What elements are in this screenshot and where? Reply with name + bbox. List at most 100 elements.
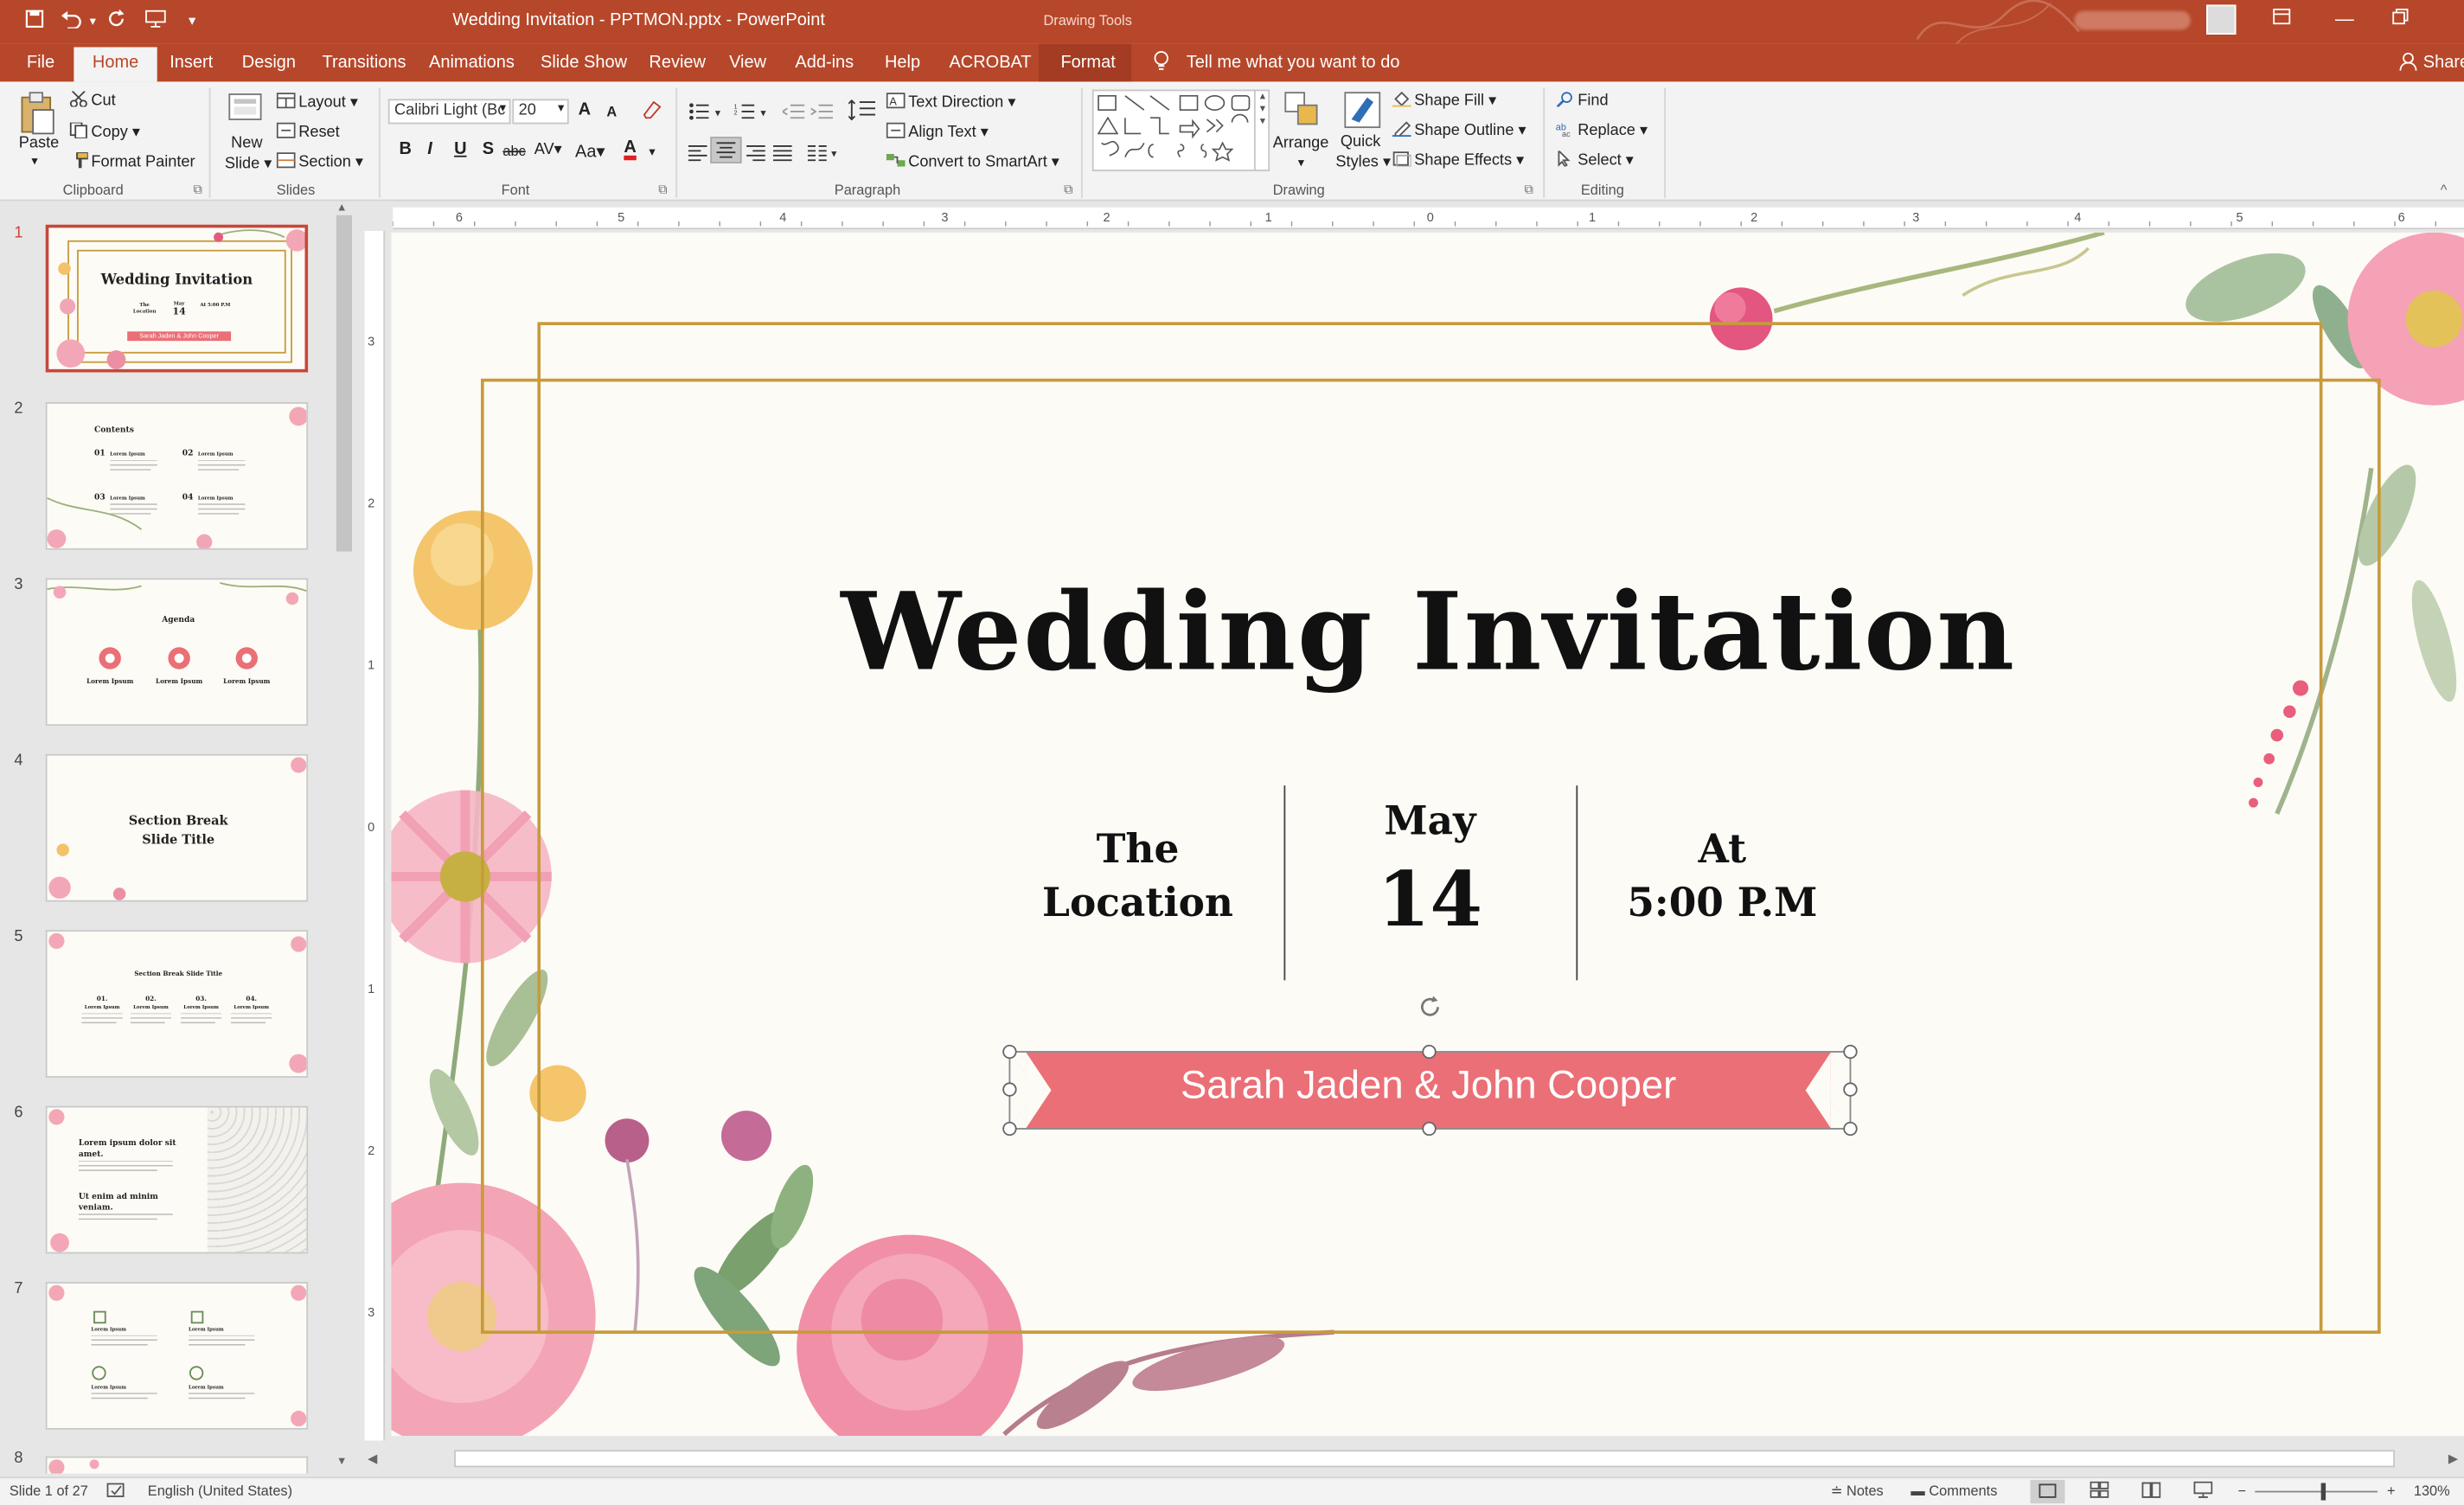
tab-view[interactable]: View [729,54,766,73]
slide-canvas[interactable]: Wedding Invitation The Location May 14 A… [391,232,2464,1437]
align-right-icon[interactable] [746,141,765,170]
spelling-check-icon[interactable] [106,1483,126,1502]
convert-smartart-button[interactable]: Convert to SmartArt ▾ [886,152,1059,171]
tab-insert[interactable]: Insert [170,54,213,73]
save-icon[interactable] [25,10,44,33]
slide-sorter-icon[interactable] [2090,1481,2109,1502]
cut-button[interactable]: Cut [69,90,116,110]
horizontal-ruler[interactable]: 6 5 4 3 2 1 0 1 2 3 4 5 6 [393,207,2464,230]
strikethrough-button[interactable]: abc [502,143,525,158]
font-color-button[interactable]: A [624,138,636,157]
paragraph-launcher-icon[interactable]: ⧉ [1064,183,1072,198]
zoom-slider-track[interactable] [2255,1490,2378,1493]
align-center-button[interactable] [710,137,742,163]
align-text-button[interactable]: Align Text ▾ [886,122,989,141]
paste-button[interactable]: Paste [19,135,59,152]
resize-handle[interactable] [1002,1082,1017,1097]
restore-icon[interactable] [2391,8,2409,29]
share-button[interactable]: Share [2423,54,2464,73]
tab-acrobat[interactable]: ACROBAT [949,54,1031,73]
section-button[interactable]: Section ▾ [276,152,363,171]
undo-icon[interactable] [60,10,81,33]
zoom-in-icon[interactable]: + [2387,1483,2396,1499]
italic-button[interactable]: I [427,140,432,159]
time-text[interactable]: At 5:00 P.M [1589,823,1856,931]
reset-button[interactable]: Reset [276,122,340,141]
date-month[interactable]: May [1334,798,1526,844]
scroll-right-icon[interactable]: ▶ [2448,1451,2458,1465]
shadow-button[interactable]: S [483,140,494,159]
arrange-button[interactable]: Arrange [1273,135,1329,152]
resize-handle[interactable] [1422,1044,1437,1060]
tab-home[interactable]: Home [74,47,157,82]
user-name[interactable] [2074,10,2191,30]
clipboard-launcher-icon[interactable]: ⧉ [193,183,202,198]
notes-button[interactable]: ≐ Notes [1831,1483,1884,1501]
new-slide-icon[interactable] [227,91,266,133]
resize-handle[interactable] [1002,1121,1017,1137]
collapse-ribbon-icon[interactable]: ^ [2441,183,2448,198]
location-text[interactable]: The Location [1004,823,1271,931]
tab-transitions[interactable]: Transitions [322,54,406,73]
vertical-ruler[interactable]: 3 2 1 0 1 2 3 [364,230,386,1441]
minimize-icon[interactable]: — [2335,8,2354,29]
resize-handle[interactable] [1002,1044,1017,1060]
tab-help[interactable]: Help [885,54,920,73]
quick-styles-label[interactable]: Quick [1341,133,1380,150]
clear-formatting-icon[interactable] [641,99,662,127]
tab-slide-show[interactable]: Slide Show [541,54,627,73]
font-color-dropdown-icon[interactable]: ▾ [649,144,655,158]
thumbnail-slide-4[interactable]: Section Break Slide Title [45,753,309,902]
slideshow-icon[interactable] [2193,1481,2213,1502]
thumbnail-slide-2[interactable]: Contents 01 02 03 04 Lorem Ipsum Lorem I… [45,401,309,550]
bullets-icon[interactable]: ▾ [688,100,726,129]
shapes-gallery-scroll-icon[interactable]: ▴ ▾ ▾ [1253,89,1270,171]
replace-button[interactable]: ab ac Replace ▾ [1556,121,1648,140]
rotate-handle-icon[interactable] [1416,993,1444,1029]
thumbnail-slide-3[interactable]: Agenda Lorem Ipsum Lorem Ipsum Lorem Ips… [45,578,309,727]
bold-button[interactable]: B [400,140,412,159]
find-button[interactable]: Find [1556,91,1609,110]
normal-view-button[interactable] [2030,1479,2065,1504]
thumbnail-slide-7[interactable]: Lorem Ipsum Lorem Ipsum Lorem Ipsum Lore… [45,1282,309,1430]
tell-me-search[interactable]: Tell me what you want to do [1187,54,1400,73]
arrange-icon[interactable] [1283,91,1322,137]
shrink-font-button[interactable]: A [606,104,617,119]
new-slide-label[interactable]: New [231,135,262,152]
reading-view-icon[interactable] [2141,1482,2161,1502]
user-avatar[interactable] [2206,4,2237,35]
tab-review[interactable]: Review [649,54,706,73]
font-size-dropdown-icon[interactable]: ▾ [558,100,564,114]
font-launcher-icon[interactable]: ⧉ [658,183,667,198]
tab-animations[interactable]: Animations [429,54,515,73]
resize-handle[interactable] [1843,1082,1858,1097]
shapes-gallery[interactable] [1091,89,1270,171]
justify-icon[interactable] [772,141,792,170]
date-day[interactable]: 14 [1334,856,1526,945]
comments-button[interactable]: ▬ Comments [1910,1483,1997,1499]
shape-effects-button[interactable]: Shape Effects ▾ [1392,150,1524,170]
tab-add-ins[interactable]: Add-ins [795,54,854,73]
tab-format[interactable]: Format [1060,54,1115,73]
redo-icon[interactable] [107,9,126,33]
thumbnail-scroll-thumb[interactable] [336,215,352,552]
new-slide-label-2[interactable]: Slide ▾ [225,156,272,173]
shape-fill-button[interactable]: Shape Fill ▾ [1392,91,1496,110]
slide-title[interactable]: Wedding Invitation [816,570,2041,695]
numbering-icon[interactable]: 1 2 ▾ [734,100,772,129]
columns-icon[interactable]: ▾ [807,141,842,170]
quick-styles-icon[interactable] [1344,88,1385,140]
shape-outline-button[interactable]: Shape Outline ▾ [1392,121,1526,140]
align-left-icon[interactable] [688,141,707,170]
text-direction-button[interactable]: A Text Direction ▾ [886,93,1015,112]
undo-dropdown-icon[interactable]: ▾ [90,14,96,28]
scroll-left-icon[interactable]: ◀ [368,1451,377,1465]
grow-font-button[interactable]: A [579,100,591,119]
ribbon-display-icon[interactable] [2272,8,2291,29]
customize-qat-icon[interactable]: ▾ [189,13,195,30]
select-button[interactable]: Select ▾ [1556,149,1634,170]
language-indicator[interactable]: English (United States) [148,1483,292,1499]
change-case-button[interactable]: Aa▾ [575,141,605,162]
zoom-level[interactable]: 130% [2414,1483,2450,1499]
arrange-dropdown-icon[interactable]: ▾ [1298,156,1304,170]
